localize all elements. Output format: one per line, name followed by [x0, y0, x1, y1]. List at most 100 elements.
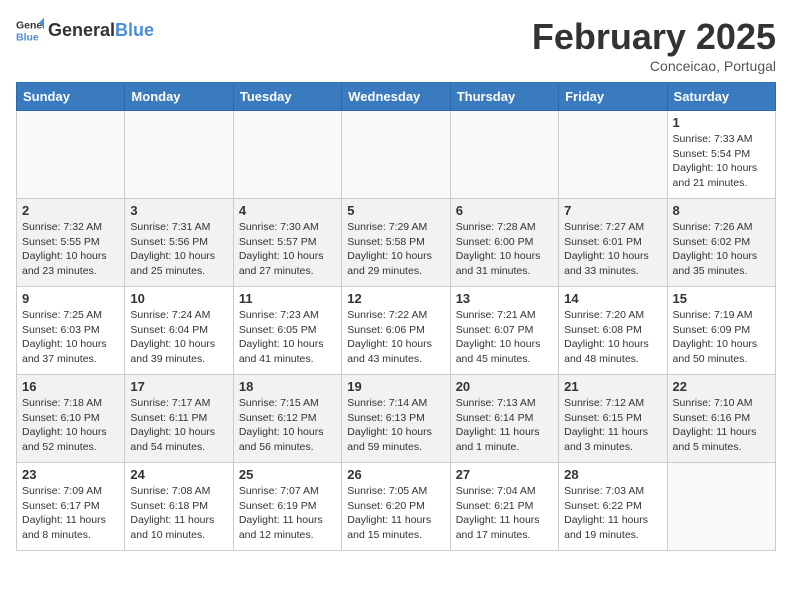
calendar-cell: 16Sunrise: 7:18 AM Sunset: 6:10 PM Dayli…	[17, 375, 125, 463]
calendar-table: SundayMondayTuesdayWednesdayThursdayFrid…	[16, 82, 776, 551]
day-number: 17	[130, 379, 227, 394]
calendar-cell: 22Sunrise: 7:10 AM Sunset: 6:16 PM Dayli…	[667, 375, 775, 463]
location-subtitle: Conceicao, Portugal	[532, 58, 776, 74]
logo-text: GeneralBlue	[48, 20, 154, 41]
calendar-cell: 6 Sunrise: 7:28 AM Sunset: 6:00 PM Daylig…	[450, 199, 558, 287]
page-header: General Blue GeneralBlue February 2025 C…	[16, 16, 776, 74]
day-info: Sunrise: 7:15 AM Sunset: 6:12 PM Dayligh…	[239, 396, 336, 455]
day-number: 26	[347, 467, 444, 482]
day-info: Sunrise: 7:22 AM Sunset: 6:06 PM Dayligh…	[347, 308, 444, 367]
day-number: 5	[347, 203, 444, 218]
day-info: Sunrise: 7:21 AM Sunset: 6:07 PM Dayligh…	[456, 308, 553, 367]
day-info: Sunrise: 7:28 AM Sunset: 6:00 PM Dayligh…	[456, 220, 553, 279]
week-row-5: 23 Sunrise: 7:09 AM Sunset: 6:17 PM Dayli…	[17, 463, 776, 551]
calendar-cell: 17 Sunrise: 7:17 AM Sunset: 6:11 PM Dayli…	[125, 375, 233, 463]
logo-icon: General Blue	[16, 16, 44, 44]
svg-text:Blue: Blue	[16, 32, 39, 44]
day-info: Sunrise: 7:12 AM Sunset: 6:15 PM Dayligh…	[564, 396, 661, 455]
day-number: 12	[347, 291, 444, 306]
day-number: 20	[456, 379, 553, 394]
day-info: Sunrise: 7:33 AM Sunset: 5:54 PM Dayligh…	[673, 132, 770, 191]
week-row-4: 16Sunrise: 7:18 AM Sunset: 6:10 PM Dayli…	[17, 375, 776, 463]
day-number: 6	[456, 203, 553, 218]
day-number: 27	[456, 467, 553, 482]
day-number: 9	[22, 291, 119, 306]
day-number: 4	[239, 203, 336, 218]
header-sunday: Sunday	[17, 83, 125, 111]
day-number: 21	[564, 379, 661, 394]
day-number: 3	[130, 203, 227, 218]
day-info: Sunrise: 7:09 AM Sunset: 6:17 PM Dayligh…	[22, 484, 119, 543]
calendar-cell	[17, 111, 125, 199]
day-info: Sunrise: 7:07 AM Sunset: 6:19 PM Dayligh…	[239, 484, 336, 543]
svg-text:General: General	[16, 19, 44, 31]
day-number: 13	[456, 291, 553, 306]
day-info: Sunrise: 7:32 AM Sunset: 5:55 PM Dayligh…	[22, 220, 119, 279]
day-number: 22	[673, 379, 770, 394]
day-info: Sunrise: 7:31 AM Sunset: 5:56 PM Dayligh…	[130, 220, 227, 279]
calendar-cell: 3 Sunrise: 7:31 AM Sunset: 5:56 PM Daylig…	[125, 199, 233, 287]
header-wednesday: Wednesday	[342, 83, 450, 111]
header-thursday: Thursday	[450, 83, 558, 111]
day-info: Sunrise: 7:19 AM Sunset: 6:09 PM Dayligh…	[673, 308, 770, 367]
calendar-cell: 9Sunrise: 7:25 AM Sunset: 6:03 PM Daylig…	[17, 287, 125, 375]
day-info: Sunrise: 7:03 AM Sunset: 6:22 PM Dayligh…	[564, 484, 661, 543]
week-row-1: 1 Sunrise: 7:33 AM Sunset: 5:54 PM Daylig…	[17, 111, 776, 199]
day-info: Sunrise: 7:04 AM Sunset: 6:21 PM Dayligh…	[456, 484, 553, 543]
logo: General Blue GeneralBlue	[16, 16, 154, 44]
day-number: 7	[564, 203, 661, 218]
header-monday: Monday	[125, 83, 233, 111]
day-info: Sunrise: 7:08 AM Sunset: 6:18 PM Dayligh…	[130, 484, 227, 543]
day-number: 25	[239, 467, 336, 482]
day-info: Sunrise: 7:14 AM Sunset: 6:13 PM Dayligh…	[347, 396, 444, 455]
calendar-cell: 24Sunrise: 7:08 AM Sunset: 6:18 PM Dayli…	[125, 463, 233, 551]
calendar-cell	[450, 111, 558, 199]
calendar-cell: 11Sunrise: 7:23 AM Sunset: 6:05 PM Dayli…	[233, 287, 341, 375]
calendar-cell: 14Sunrise: 7:20 AM Sunset: 6:08 PM Dayli…	[559, 287, 667, 375]
calendar-cell: 13 Sunrise: 7:21 AM Sunset: 6:07 PM Dayli…	[450, 287, 558, 375]
calendar-cell: 12 Sunrise: 7:22 AM Sunset: 6:06 PM Dayli…	[342, 287, 450, 375]
day-info: Sunrise: 7:27 AM Sunset: 6:01 PM Dayligh…	[564, 220, 661, 279]
day-info: Sunrise: 7:30 AM Sunset: 5:57 PM Dayligh…	[239, 220, 336, 279]
calendar-cell: 23 Sunrise: 7:09 AM Sunset: 6:17 PM Dayli…	[17, 463, 125, 551]
day-info: Sunrise: 7:26 AM Sunset: 6:02 PM Dayligh…	[673, 220, 770, 279]
calendar-cell	[559, 111, 667, 199]
calendar-cell	[667, 463, 775, 551]
calendar-cell: 4 Sunrise: 7:30 AM Sunset: 5:57 PM Daylig…	[233, 199, 341, 287]
day-info: Sunrise: 7:13 AM Sunset: 6:14 PM Dayligh…	[456, 396, 553, 455]
calendar-cell: 19 Sunrise: 7:14 AM Sunset: 6:13 PM Dayli…	[342, 375, 450, 463]
calendar-cell: 25 Sunrise: 7:07 AM Sunset: 6:19 PM Dayli…	[233, 463, 341, 551]
calendar-cell	[342, 111, 450, 199]
day-number: 14	[564, 291, 661, 306]
day-number: 19	[347, 379, 444, 394]
calendar-cell: 21 Sunrise: 7:12 AM Sunset: 6:15 PM Dayli…	[559, 375, 667, 463]
calendar-cell: 8 Sunrise: 7:26 AM Sunset: 6:02 PM Daylig…	[667, 199, 775, 287]
title-block: February 2025 Conceicao, Portugal	[532, 16, 776, 74]
calendar-cell: 26 Sunrise: 7:05 AM Sunset: 6:20 PM Dayli…	[342, 463, 450, 551]
calendar-cell: 5 Sunrise: 7:29 AM Sunset: 5:58 PM Daylig…	[342, 199, 450, 287]
calendar-cell: 27 Sunrise: 7:04 AM Sunset: 6:21 PM Dayli…	[450, 463, 558, 551]
month-title: February 2025	[532, 16, 776, 58]
calendar-cell	[125, 111, 233, 199]
calendar-header-row: SundayMondayTuesdayWednesdayThursdayFrid…	[17, 83, 776, 111]
day-number: 10	[130, 291, 227, 306]
calendar-cell: 2 Sunrise: 7:32 AM Sunset: 5:55 PM Daylig…	[17, 199, 125, 287]
calendar-cell	[233, 111, 341, 199]
calendar-cell: 18 Sunrise: 7:15 AM Sunset: 6:12 PM Dayli…	[233, 375, 341, 463]
day-number: 28	[564, 467, 661, 482]
day-number: 15	[673, 291, 770, 306]
day-info: Sunrise: 7:17 AM Sunset: 6:11 PM Dayligh…	[130, 396, 227, 455]
week-row-3: 9Sunrise: 7:25 AM Sunset: 6:03 PM Daylig…	[17, 287, 776, 375]
day-number: 2	[22, 203, 119, 218]
calendar-cell: 15 Sunrise: 7:19 AM Sunset: 6:09 PM Dayli…	[667, 287, 775, 375]
header-friday: Friday	[559, 83, 667, 111]
day-number: 18	[239, 379, 336, 394]
day-number: 8	[673, 203, 770, 218]
calendar-cell: 28 Sunrise: 7:03 AM Sunset: 6:22 PM Dayli…	[559, 463, 667, 551]
day-number: 23	[22, 467, 119, 482]
day-info: Sunrise: 7:24 AM Sunset: 6:04 PM Dayligh…	[130, 308, 227, 367]
calendar-cell: 1 Sunrise: 7:33 AM Sunset: 5:54 PM Daylig…	[667, 111, 775, 199]
day-info: Sunrise: 7:05 AM Sunset: 6:20 PM Dayligh…	[347, 484, 444, 543]
day-number: 1	[673, 115, 770, 130]
day-info: Sunrise: 7:29 AM Sunset: 5:58 PM Dayligh…	[347, 220, 444, 279]
